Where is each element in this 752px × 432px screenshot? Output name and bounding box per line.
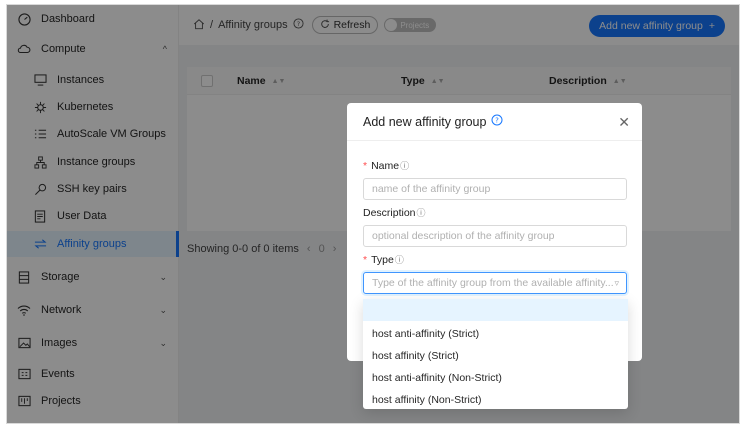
question-circle-icon[interactable]: ? [491,114,503,129]
dropdown-option[interactable]: host anti-affinity (Strict) [363,323,628,345]
dropdown-option[interactable]: host affinity (Strict) [363,345,628,367]
name-field-label: * Name ⓘ [363,159,410,172]
name-input[interactable]: name of the affinity group [363,178,627,200]
description-field-label: Description ⓘ [363,206,426,219]
type-select[interactable]: Type of the affinity group from the avai… [363,272,627,294]
description-placeholder: optional description of the affinity gro… [372,230,555,242]
name-placeholder: name of the affinity group [372,183,491,195]
close-icon[interactable]: ✕ [618,114,630,131]
info-circle-icon[interactable]: ⓘ [417,206,426,219]
svg-text:?: ? [496,117,500,125]
type-placeholder: Type of the affinity group from the avai… [372,277,614,289]
type-field-label: * Type ⓘ [363,253,404,266]
app-window: Dashboard Compute ^ Instances Kubernetes [6,4,740,424]
dialog-title: Add new affinity group [363,114,487,129]
type-dropdown-menu: host anti-affinity (Strict) host affinit… [363,299,628,409]
dropdown-option[interactable]: host anti-affinity (Non-Strict) [363,367,628,389]
select-arrow-icon: ▿ [614,277,619,288]
info-circle-icon[interactable]: ⓘ [400,159,409,172]
dropdown-option-empty[interactable] [363,299,628,321]
info-circle-icon[interactable]: ⓘ [395,253,404,266]
dialog-header: Add new affinity group ? ✕ [347,103,642,141]
dropdown-option[interactable]: host affinity (Non-Strict) [363,389,628,411]
description-input[interactable]: optional description of the affinity gro… [363,225,627,247]
